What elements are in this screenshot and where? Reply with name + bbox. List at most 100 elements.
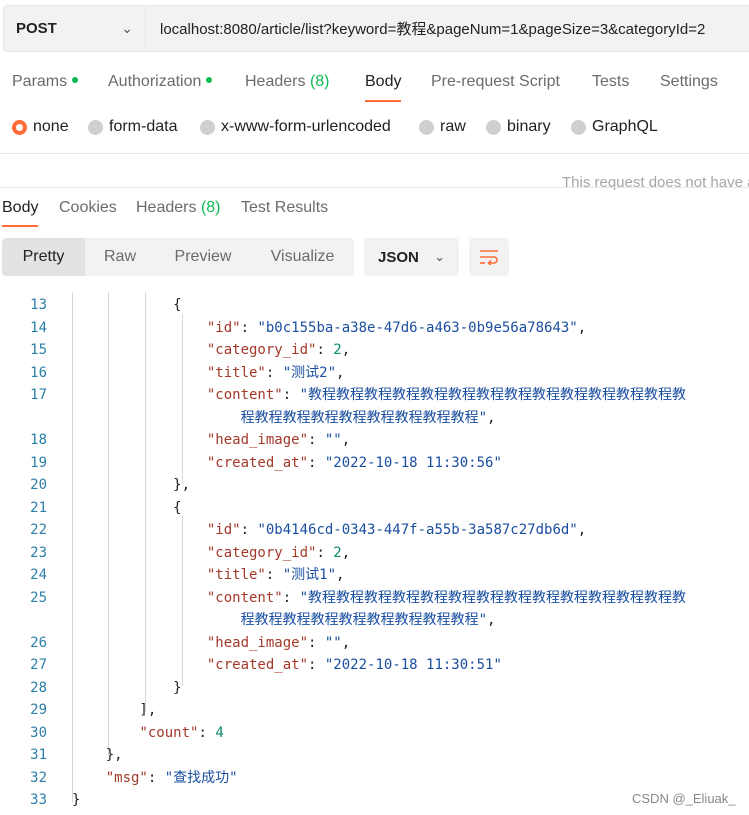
chevron-down-icon: ⌄ — [434, 249, 445, 264]
json-key: "id" — [206, 522, 241, 538]
radio-x-www-form-urlencoded[interactable]: x-www-form-urlencoded — [200, 118, 391, 136]
language-select[interactable]: JSON ⌄ — [364, 238, 459, 276]
json-punctuation: , — [341, 545, 351, 561]
json-punctuation: ], — [72, 702, 157, 718]
code-text: { — [72, 294, 181, 316]
divider — [0, 187, 749, 188]
json-string: "测试2" — [282, 365, 337, 381]
response-tab-cookies[interactable]: Cookies — [59, 197, 117, 227]
json-punctuation: , — [341, 635, 351, 651]
response-tab-test-results[interactable]: Test Results — [241, 197, 328, 227]
json-punctuation: : — [316, 545, 334, 561]
tab-pre-request-script[interactable]: Pre-request Script — [431, 68, 560, 102]
json-key: "id" — [206, 320, 241, 336]
json-punctuation: : — [265, 567, 283, 583]
json-string: "教程教程教程教程教程教程教程教程教程教程教程教程教程教 — [299, 387, 687, 403]
json-string: "查找成功" — [164, 770, 238, 786]
tab-label: Headers — [136, 199, 197, 216]
json-string: "教程教程教程教程教程教程教程教程教程教程教程教程教程教 — [299, 590, 687, 606]
radio-label: GraphQL — [592, 118, 658, 135]
radio-icon — [486, 119, 501, 135]
radio-binary[interactable]: binary — [486, 118, 551, 136]
radio-label: none — [33, 118, 69, 135]
radio-selected-icon — [12, 119, 27, 135]
json-key: "content" — [206, 590, 283, 606]
json-punctuation — [72, 455, 207, 471]
json-string: 程教程教程教程教程教程教程教程教程" — [72, 410, 488, 426]
line-number: 28 — [30, 680, 47, 696]
json-punctuation: : — [240, 320, 258, 336]
tab-settings[interactable]: Settings — [660, 68, 718, 102]
code-text: "head_image": "", — [72, 632, 350, 654]
code-text: "title": "测试2", — [72, 362, 345, 384]
json-punctuation — [72, 320, 207, 336]
tab-label: Settings — [660, 73, 718, 90]
tab-tests[interactable]: Tests — [592, 68, 629, 102]
line-number: 13 — [30, 297, 47, 313]
json-punctuation — [72, 635, 207, 651]
json-number: 4 — [215, 725, 224, 741]
radio-icon — [88, 119, 103, 135]
code-text: ], — [72, 699, 156, 721]
code-text: "created_at": "2022-10-18 11:30:56" — [72, 452, 502, 474]
format-raw[interactable]: Raw — [85, 238, 155, 276]
json-punctuation: : — [240, 522, 258, 538]
line-number: 21 — [30, 500, 47, 516]
line-number: 33 — [30, 792, 47, 808]
request-bar: POST ⌄ localhost:8080/article/list?keywo… — [0, 0, 749, 58]
json-punctuation — [72, 770, 106, 786]
status-dot — [206, 76, 213, 83]
line-number: 31 — [30, 747, 47, 763]
tab-label: Body — [365, 73, 402, 90]
response-code-viewer[interactable]: 13 {14 "id": "b0c155ba-a38e-47d6-a463-0b… — [0, 292, 749, 815]
json-punctuation: , — [487, 410, 496, 426]
method-select[interactable]: POST ⌄ — [3, 5, 146, 52]
json-punctuation: }, — [72, 477, 191, 493]
json-punctuation: : — [265, 365, 283, 381]
json-punctuation — [72, 522, 207, 538]
radio-label: binary — [507, 118, 551, 135]
format-pretty[interactable]: Pretty — [2, 238, 85, 276]
json-punctuation — [72, 590, 207, 606]
json-string: "" — [324, 432, 342, 448]
format-preview[interactable]: Preview — [155, 238, 251, 276]
line-number: 23 — [30, 545, 47, 561]
response-tab-body[interactable]: Body — [2, 197, 39, 227]
json-punctuation — [72, 657, 207, 673]
code-text: } — [72, 789, 80, 811]
json-string: "测试1" — [282, 567, 337, 583]
tab-params[interactable]: Params — [12, 68, 79, 102]
code-text: "count": 4 — [72, 722, 224, 744]
radio-none[interactable]: none — [12, 118, 69, 136]
json-key: "created_at" — [206, 455, 309, 471]
wrap-lines-button[interactable] — [469, 238, 509, 276]
json-punctuation: : — [308, 455, 325, 471]
radio-icon — [571, 119, 586, 135]
language-label: JSON — [378, 248, 419, 266]
json-number: 2 — [333, 545, 342, 561]
response-tab-headers[interactable]: Headers (8) — [136, 197, 221, 227]
line-number: 27 — [30, 657, 47, 673]
code-text: "msg": "查找成功" — [72, 767, 238, 789]
json-punctuation: : — [316, 342, 334, 358]
format-visualize[interactable]: Visualize — [251, 238, 354, 276]
radio-label: x-www-form-urlencoded — [221, 118, 391, 135]
tab-label: Pre-request Script — [431, 73, 560, 90]
line-number: 17 — [30, 387, 47, 403]
json-punctuation: , — [577, 320, 587, 336]
tab-body[interactable]: Body — [365, 68, 402, 102]
json-string: "2022-10-18 11:30:56" — [324, 455, 502, 471]
json-key: "msg" — [105, 770, 148, 786]
radio-form-data[interactable]: form-data — [88, 118, 177, 136]
line-number: 19 — [30, 455, 47, 471]
url-input[interactable]: localhost:8080/article/list?keyword=教程&p… — [146, 5, 749, 52]
tab-authorization[interactable]: Authorization — [108, 68, 213, 102]
tab-headers[interactable]: Headers (8) — [245, 68, 330, 102]
json-punctuation: }, — [72, 747, 123, 763]
json-punctuation: : — [308, 432, 325, 448]
header-count: (8) — [309, 73, 330, 90]
json-punctuation: : — [282, 590, 300, 606]
radio-raw[interactable]: raw — [419, 118, 466, 136]
radio-graphql[interactable]: GraphQL — [571, 118, 658, 136]
line-number: 30 — [30, 725, 47, 741]
